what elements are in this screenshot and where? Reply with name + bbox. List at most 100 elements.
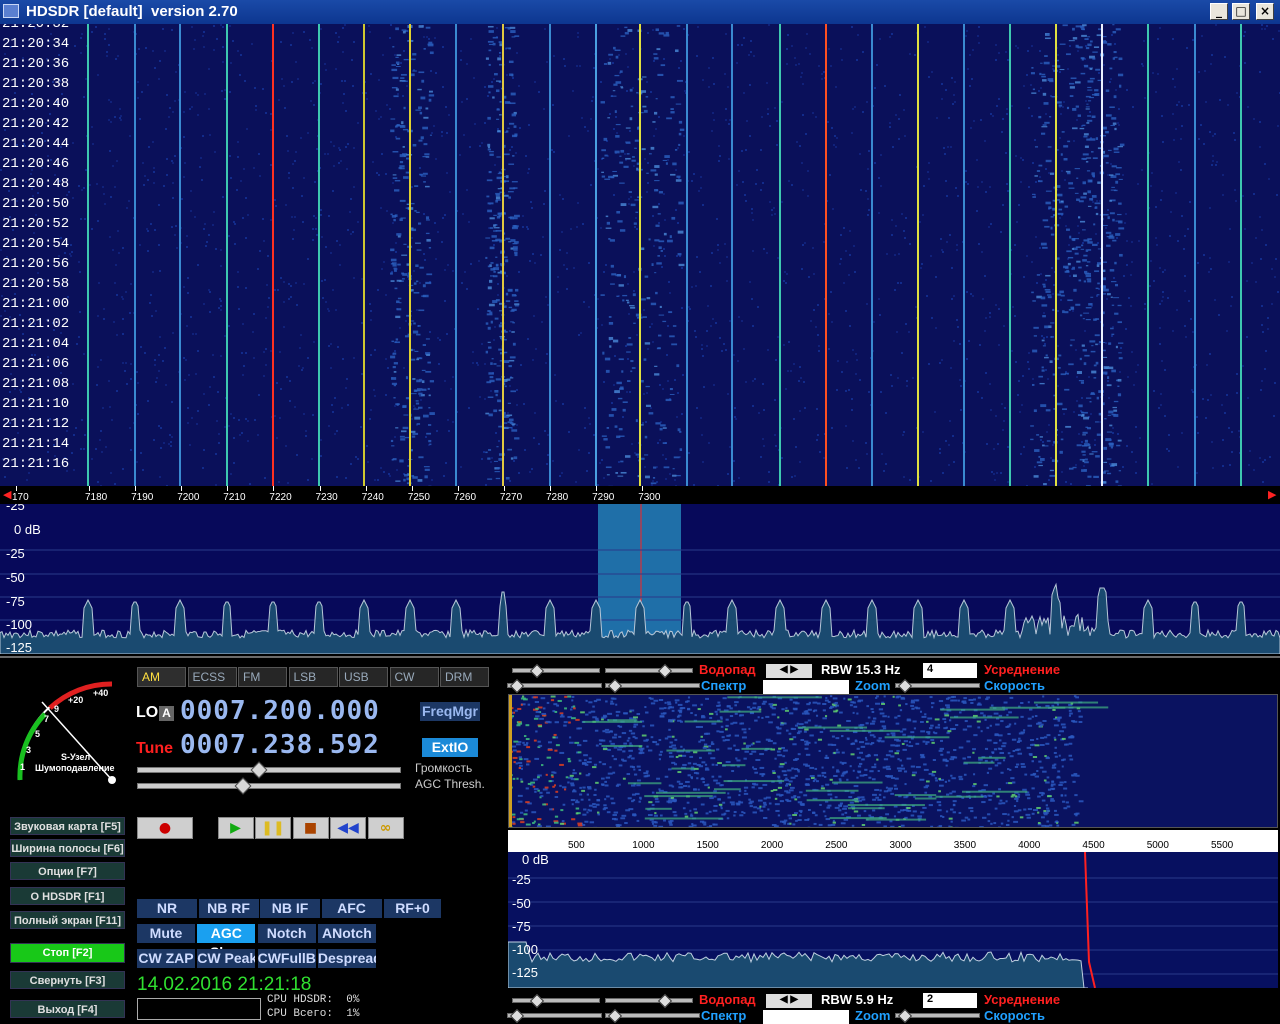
slider-thumb[interactable]	[607, 678, 623, 694]
audio-slider[interactable]	[605, 998, 693, 1003]
time-label: 21:21:04	[2, 336, 70, 352]
meter-scale-label: 1	[20, 762, 26, 772]
mode-cw-button[interactable]: CW	[389, 667, 439, 687]
func-notch-button[interactable]: Notch	[257, 924, 316, 943]
time-label: 21:20:56	[2, 256, 70, 272]
left-button-6[interactable]: Свернуть [F3]	[10, 971, 125, 989]
func-despread-button[interactable]: Despread	[317, 949, 376, 968]
slider-thumb[interactable]	[897, 678, 913, 694]
db-label: -50	[6, 570, 25, 585]
transport-button-1[interactable]: ▶	[217, 817, 254, 839]
maximize-button[interactable]: □	[1232, 3, 1250, 20]
tick-mark	[550, 486, 551, 491]
scroll-right-icon[interactable]: ▶	[1268, 488, 1276, 501]
agc-thumb[interactable]	[234, 777, 252, 795]
func-afc-button[interactable]: AFC	[321, 899, 382, 918]
transport-button-0[interactable]: ●	[137, 817, 193, 839]
func-agc-slow-button[interactable]: AGC Slow	[197, 924, 256, 960]
avg-select[interactable]: 2	[923, 993, 977, 1008]
avg-select[interactable]: 4	[923, 663, 977, 678]
slider-thumb[interactable]	[509, 1008, 525, 1024]
waterfall-canvas[interactable]	[0, 24, 1280, 486]
slider-thumb[interactable]	[607, 1008, 623, 1024]
left-button-4[interactable]: Полный экран [F11]	[10, 911, 125, 929]
lo-frequency[interactable]: 0007.200.000	[180, 696, 380, 726]
freq-tick: 7250	[407, 492, 430, 503]
func-cw-peak-button[interactable]: CW Peak	[197, 949, 256, 968]
meter-scale-label: +40	[93, 688, 109, 698]
func-cwfullbw-button[interactable]: CWFullBw	[257, 949, 316, 968]
func-nb-rf-button[interactable]: NB RF	[198, 899, 259, 918]
rbw-stepper[interactable]: ◀ ▶	[766, 994, 812, 1008]
audio-db-label: -100	[512, 942, 539, 957]
mode-lsb-button[interactable]: LSB	[288, 667, 338, 687]
time-label: 21:20:42	[2, 116, 70, 132]
func-anotch-button[interactable]: ANotch	[317, 924, 376, 943]
tune-label: Tune	[136, 740, 174, 757]
mode-fm-button[interactable]: FM	[238, 667, 287, 687]
audio-slider[interactable]	[605, 668, 693, 673]
tick-mark	[411, 486, 413, 491]
func-nr-button[interactable]: NR	[137, 899, 197, 918]
freqmgr-button[interactable]: FreqMgr	[420, 702, 480, 721]
left-button-5[interactable]: Стоп [F2]	[10, 943, 125, 963]
rf-spectrum[interactable]: -25 0 dB -25 -50 -75 -100 -125	[0, 504, 1280, 654]
audio-waterfall[interactable]	[508, 694, 1278, 828]
func-mute-button[interactable]: Mute	[137, 924, 195, 943]
slider-thumb[interactable]	[529, 663, 545, 679]
audio-slider[interactable]	[512, 998, 600, 1003]
close-button[interactable]: ×	[1256, 3, 1274, 20]
func-cw-zap-button[interactable]: CW ZAP	[137, 949, 195, 968]
left-button-1[interactable]: Ширина полосы [F6]	[10, 839, 125, 857]
volume-slider[interactable]	[137, 767, 401, 773]
zoom-slider[interactable]	[763, 1010, 849, 1024]
mode-ecss-button[interactable]: ECSS	[187, 667, 237, 687]
tune-frequency[interactable]: 0007.238.592	[180, 730, 380, 760]
mode-drm-button[interactable]: DRM	[440, 667, 489, 687]
left-button-2[interactable]: Опции [F7]	[10, 862, 125, 880]
audio-spectrum[interactable]: 0 dB -25 -50 -75 -100 -125	[508, 852, 1278, 988]
scroll-left-icon[interactable]: ◀	[3, 488, 11, 501]
db-label: 0 dB	[14, 522, 41, 537]
left-button-3[interactable]: О HDSDR [F1]	[10, 887, 125, 905]
slider-thumb[interactable]	[657, 663, 673, 679]
tick-mark	[89, 486, 90, 491]
hz-tick: 4500	[1082, 840, 1105, 851]
transport-button-3[interactable]: ■	[292, 817, 329, 839]
spectrum-canvas[interactable]	[0, 504, 1280, 654]
left-button-7[interactable]: Выход [F4]	[10, 1000, 125, 1018]
slider-thumb[interactable]	[509, 678, 525, 694]
mode-am-button[interactable]: AM	[137, 667, 186, 687]
frequency-scale[interactable]: ◀ ▶ 170 7180 7190 7200 7210 7220 7230 7240 7250 7…	[0, 486, 1280, 504]
time-label: 21:20:46	[2, 156, 70, 172]
slider-thumb[interactable]	[529, 993, 545, 1009]
app-icon	[3, 4, 19, 18]
lo-badge[interactable]: A	[159, 706, 174, 721]
transport-button-4[interactable]: ◀◀	[330, 817, 366, 839]
mode-usb-button[interactable]: USB	[339, 667, 388, 687]
audio-slider[interactable]	[512, 668, 600, 673]
control-panel: 1 3 5 7 9 +20 +40 S-Узел Шумоподавление AM ECSS…	[0, 656, 505, 1024]
volume-thumb[interactable]	[250, 761, 268, 779]
agc-slider[interactable]	[137, 783, 401, 789]
hz-tick: 2500	[825, 840, 848, 851]
func-nb-if-button[interactable]: NB IF	[260, 899, 320, 918]
transport-button-2[interactable]: ❚❚	[255, 817, 291, 839]
audio-hz-scale[interactable]: 500 1000 1500 2000 2500 3000 3500 4000 4500 5000 5…	[508, 830, 1278, 852]
extio-button[interactable]: ExtIO	[422, 738, 478, 757]
slider-thumb[interactable]	[657, 993, 673, 1009]
time-label: 21:20:40	[2, 96, 70, 112]
left-button-0[interactable]: Звуковая карта [F5]	[10, 817, 125, 835]
minimize-button[interactable]: _	[1210, 3, 1228, 20]
title-bar: HDSDR [default] version 2.70 _ □ ×	[0, 0, 1280, 24]
transport-button-5[interactable]: ∞	[367, 817, 404, 839]
spektr-label: Спектр	[701, 678, 747, 693]
freq-tick: 7220	[269, 492, 292, 503]
rbw-stepper[interactable]: ◀ ▶	[766, 664, 812, 678]
rf-waterfall[interactable]: 21:20:32 21:20:34 21:20:36 21:20:38 21:20:40…	[0, 24, 1280, 486]
meter-scale-label: 5	[35, 729, 41, 739]
meter-scale-label: 3	[26, 745, 32, 755]
slider-thumb[interactable]	[897, 1008, 913, 1024]
func-rf-0-button[interactable]: RF+0	[384, 899, 441, 918]
zoom-slider[interactable]	[763, 680, 849, 694]
